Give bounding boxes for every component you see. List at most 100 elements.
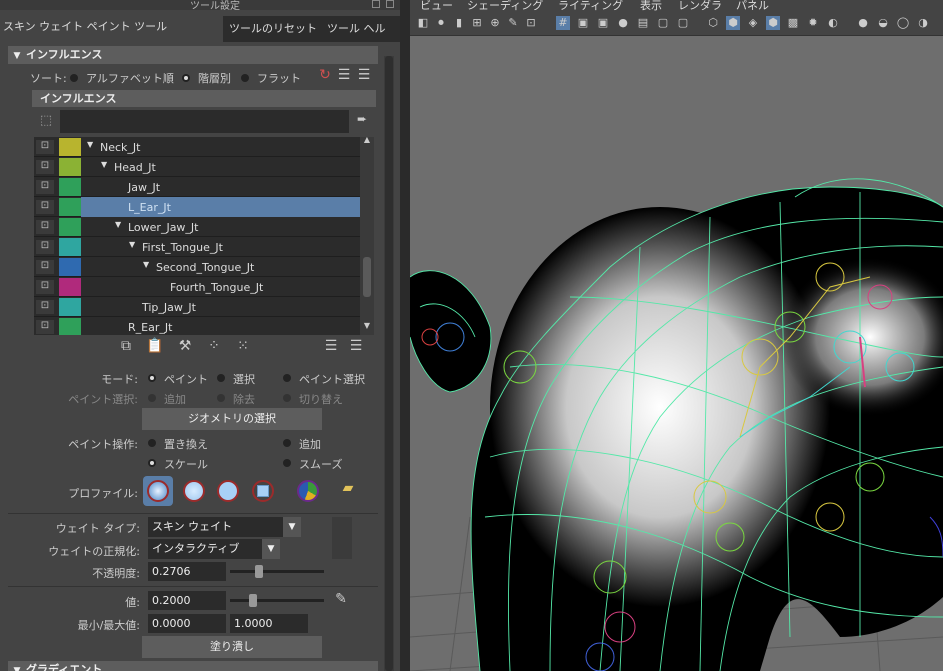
profile-soft-icon[interactable] bbox=[179, 476, 209, 506]
mode-radio-paint[interactable] bbox=[148, 374, 156, 382]
pin-icon[interactable]: ➨ bbox=[355, 112, 369, 126]
expand-arrow-icon[interactable]: ▼ bbox=[101, 160, 107, 169]
copy-weights-icon[interactable]: ⧉ bbox=[117, 338, 135, 354]
gate-mask-icon[interactable]: ● bbox=[616, 16, 630, 30]
textured-icon[interactable]: ▩ bbox=[786, 16, 800, 30]
lock-icon[interactable]: ⊡ bbox=[36, 320, 54, 334]
show-influences-icon[interactable]: ⁙ bbox=[234, 338, 252, 354]
influence-filter-field[interactable] bbox=[60, 110, 349, 133]
joint-color-swatch[interactable] bbox=[59, 138, 81, 156]
camera-select-icon[interactable]: ◧ bbox=[416, 16, 430, 30]
opacity-slider-handle[interactable] bbox=[255, 565, 264, 578]
normalize-dropdown[interactable]: インタラクティブ ▼ bbox=[148, 539, 280, 559]
value-field[interactable]: 0.2000 bbox=[148, 591, 226, 610]
wireframe-icon[interactable]: ⬡ bbox=[706, 16, 720, 30]
weight-hammer-icon[interactable]: ⚒ bbox=[176, 338, 194, 354]
mode-radio-paint-select[interactable] bbox=[283, 374, 291, 382]
influence-list-scrollbar[interactable]: ▲ ▼ bbox=[360, 137, 374, 335]
lock-icon[interactable]: ⊡ bbox=[36, 220, 54, 234]
shadows-icon[interactable]: ◐ bbox=[826, 16, 840, 30]
sort-radio-hierarchy[interactable] bbox=[182, 74, 190, 82]
value-slider-handle[interactable] bbox=[248, 594, 257, 607]
influence-row[interactable]: ⊡ Tip_Jaw_Jt bbox=[34, 297, 360, 317]
lock-icon[interactable]: ⊡ bbox=[36, 200, 54, 214]
lock-icon[interactable]: ⊡ bbox=[36, 280, 54, 294]
move-weights-icon[interactable]: ⁘ bbox=[205, 338, 223, 354]
expand-arrow-icon[interactable]: ▼ bbox=[143, 260, 149, 269]
film-gate-icon[interactable]: ▣ bbox=[576, 16, 590, 30]
refresh-icon[interactable]: ↻ bbox=[318, 67, 332, 83]
use-all-lights-icon[interactable]: ✹ bbox=[806, 16, 820, 30]
joint-color-swatch[interactable] bbox=[59, 238, 81, 256]
value-slider[interactable] bbox=[230, 594, 324, 607]
viewport-3d-scene[interactable] bbox=[410, 37, 943, 671]
profile-square-icon[interactable] bbox=[248, 476, 278, 506]
joint-color-swatch[interactable] bbox=[59, 158, 81, 176]
paint-op-radio-smooth[interactable] bbox=[283, 459, 291, 467]
sort-radio-flat[interactable] bbox=[241, 74, 249, 82]
lock-icon[interactable]: ⊡ bbox=[36, 240, 54, 254]
influence-row[interactable]: ⊡ Jaw_Jt bbox=[34, 177, 360, 197]
grid-icon[interactable]: # bbox=[556, 16, 570, 30]
expand-arrow-icon[interactable]: ▼ bbox=[129, 240, 135, 249]
select-frame-icon[interactable]: ⬚ bbox=[38, 113, 54, 128]
joint-color-swatch[interactable] bbox=[59, 298, 81, 316]
influence-row[interactable]: ⊡ Head_Jt ▼ bbox=[34, 157, 360, 177]
screen-space-ao-icon[interactable]: ● bbox=[856, 16, 870, 30]
scroll-down-icon[interactable]: ▼ bbox=[362, 321, 372, 330]
sort-list-icon[interactable]: ☰ bbox=[322, 338, 340, 354]
influence-section-header[interactable]: ▼ インフルエンス bbox=[8, 46, 378, 64]
paint-op-radio-scale[interactable] bbox=[148, 459, 156, 467]
grease-pencil-icon[interactable]: ✎ bbox=[506, 16, 520, 30]
lock-icon[interactable]: ⊡ bbox=[36, 180, 54, 194]
weight-type-dropdown[interactable]: スキン ウェイト ▼ bbox=[148, 517, 301, 537]
paint-op-radio-replace[interactable] bbox=[148, 439, 156, 447]
influence-row[interactable]: ⊡ Fourth_Tongue_Jt bbox=[34, 277, 360, 297]
influence-row[interactable]: ⊡ R_Ear_Jt bbox=[34, 317, 360, 335]
opacity-slider[interactable] bbox=[230, 565, 324, 578]
safe-action-icon[interactable]: ▢ bbox=[656, 16, 670, 30]
profile-gaussian-icon[interactable] bbox=[143, 476, 173, 506]
scroll-up-icon[interactable]: ▲ bbox=[362, 137, 372, 144]
influence-row[interactable]: ⊡ Lower_Jaw_Jt ▼ bbox=[34, 217, 360, 237]
lock-icon[interactable]: ⊡ bbox=[36, 160, 54, 174]
min-value-field[interactable]: 0.0000 bbox=[148, 614, 226, 633]
default-material-icon[interactable]: ◈ bbox=[746, 16, 760, 30]
joint-color-swatch[interactable] bbox=[59, 278, 81, 296]
field-chart-icon[interactable]: ▤ bbox=[636, 16, 650, 30]
mode-radio-select[interactable] bbox=[217, 374, 225, 382]
sort-radio-alpha[interactable] bbox=[70, 74, 78, 82]
image-plane-icon[interactable]: ⊞ bbox=[470, 16, 484, 30]
lock-icon[interactable]: ⊡ bbox=[36, 300, 54, 314]
flood-button[interactable]: 塗り潰し bbox=[142, 636, 322, 658]
joint-color-swatch[interactable] bbox=[59, 218, 81, 236]
folder-icon[interactable]: ▰ bbox=[339, 480, 357, 496]
influence-row[interactable]: ⊡ First_Tongue_Jt ▼ bbox=[34, 237, 360, 257]
resolution-gate-icon[interactable]: ▣ bbox=[596, 16, 610, 30]
paint-op-radio-add[interactable] bbox=[283, 439, 291, 447]
gradient-section-header[interactable]: ▼ グラディエント bbox=[8, 661, 378, 671]
profile-artisan-icon[interactable] bbox=[293, 476, 323, 506]
profile-solid-icon[interactable] bbox=[213, 476, 243, 506]
joint-color-swatch[interactable] bbox=[59, 178, 81, 196]
safe-title-icon[interactable]: ▢ bbox=[676, 16, 690, 30]
joint-color-swatch[interactable] bbox=[59, 318, 81, 335]
twod-pan-icon[interactable]: ⊕ bbox=[488, 16, 502, 30]
panel-scrollbar[interactable] bbox=[384, 56, 394, 671]
panel-scroll-thumb[interactable] bbox=[385, 56, 393, 671]
twod-zoom-icon[interactable]: ⊡ bbox=[524, 16, 538, 30]
camera-attr-icon[interactable]: ⏺ bbox=[434, 16, 448, 30]
list-order-icon[interactable]: ☰ bbox=[357, 67, 371, 83]
paint-select-radio-add[interactable] bbox=[148, 394, 156, 402]
influence-row[interactable]: ⊡ Neck_Jt ▼ bbox=[34, 137, 360, 157]
multisample-aa-icon[interactable]: ◯ bbox=[896, 16, 910, 30]
motion-blur-icon[interactable]: ◒ bbox=[876, 16, 890, 30]
list-sort-icon[interactable]: ☰ bbox=[337, 67, 351, 83]
depth-of-field-icon[interactable]: ◑ bbox=[916, 16, 930, 30]
influence-row[interactable]: ⊡ L_Ear_Jt bbox=[34, 197, 360, 217]
reorder-list-icon[interactable]: ☰ bbox=[347, 338, 365, 354]
select-geometry-button[interactable]: ジオメトリの選択 bbox=[142, 408, 322, 430]
eyedropper-icon[interactable]: ✎ bbox=[333, 591, 349, 607]
float-icon[interactable] bbox=[372, 0, 380, 8]
panel-divider[interactable] bbox=[400, 0, 410, 671]
